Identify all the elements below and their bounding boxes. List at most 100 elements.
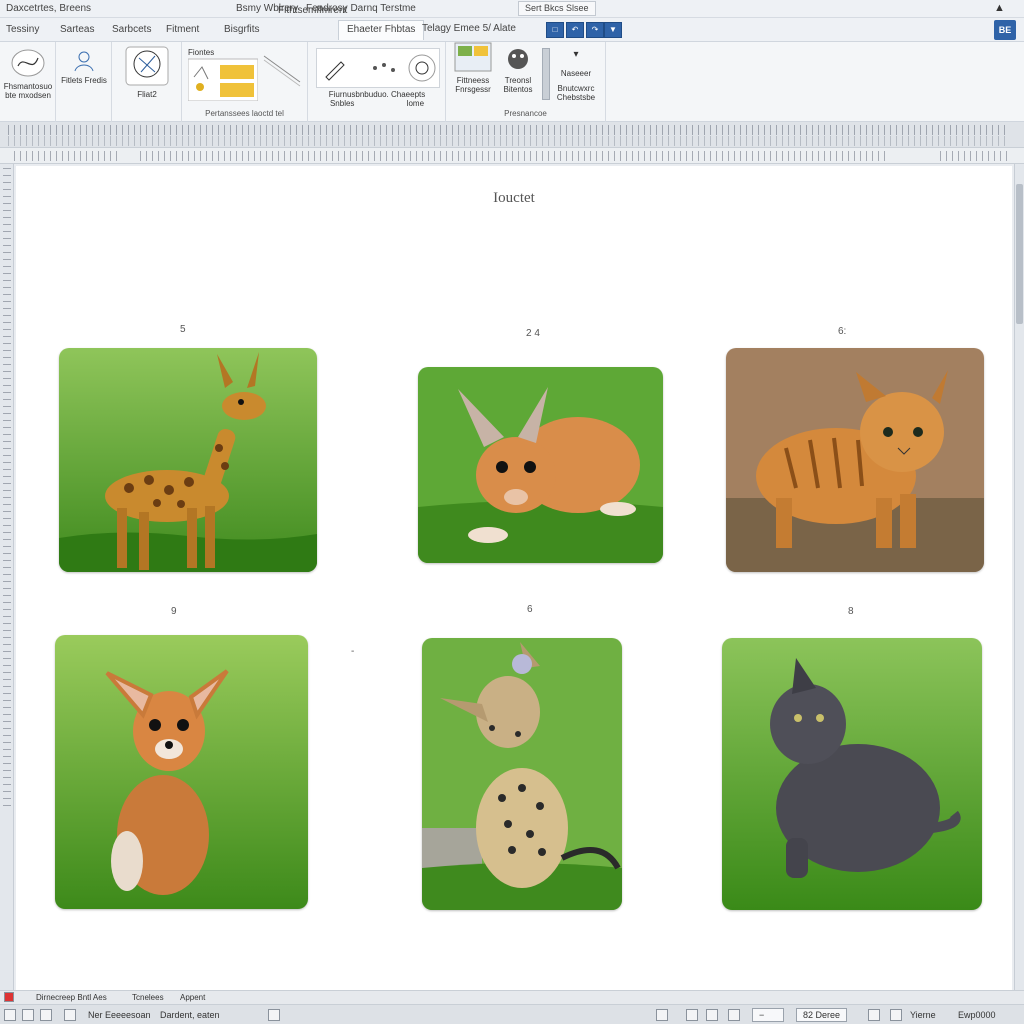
ribbon-button-fhsmantosuo[interactable]: Fhsmantosuo bte mxodsen — [2, 48, 54, 100]
status-item[interactable]: Ner Eeeeesoan — [88, 1010, 151, 1020]
ribbon-button-label: Naseeer — [560, 69, 592, 78]
account-badge[interactable]: BE — [994, 20, 1016, 40]
dots-icon — [373, 63, 395, 72]
fit-page-icon[interactable] — [890, 1009, 902, 1021]
toolbar-glyphs — [940, 151, 1012, 161]
quick-redo-icon[interactable]: ↷ — [586, 22, 604, 38]
serval-photo[interactable] — [422, 638, 622, 910]
tab-fithtsemffmrent[interactable]: Fithtsemffmrent — [278, 5, 347, 16]
language-icon[interactable] — [64, 1009, 76, 1021]
scrollbar-thumb[interactable] — [1016, 184, 1023, 324]
ribbon-button-naseeer[interactable]: ▾ Naseeer Bnutcwxrc Chebstsbe — [550, 49, 602, 103]
tabrow-status-text: Telagy Emee 5/ Alate — [422, 23, 516, 34]
title-bar: Daxcetrtes, Breens Bsmy Wblrery Feadrosy… — [0, 0, 1024, 18]
photo-caption: 2 4 — [526, 328, 540, 339]
toolbar-glyphs — [140, 151, 890, 161]
ribbon: Fhsmantosuo bte mxodsen Fitlets Fredis F… — [0, 42, 1024, 164]
word-count-icon[interactable] — [22, 1009, 34, 1021]
vertical-ruler[interactable] — [0, 164, 14, 990]
zoom-out-button[interactable]: − — [752, 1008, 784, 1022]
quick-more-icon[interactable]: ▼ — [604, 22, 622, 38]
page-icon[interactable] — [4, 1009, 16, 1021]
tab-tessiny[interactable]: Tessiny — [6, 24, 39, 35]
gallery-label: Fiontes — [188, 48, 215, 57]
status-item[interactable]: Appent — [180, 993, 205, 1002]
macro-icon[interactable] — [268, 1009, 280, 1021]
tabby-cat-photo[interactable] — [726, 348, 984, 572]
status-item[interactable]: Dirnecreep Bntl Aes — [36, 993, 107, 1002]
ribbon-group-2: Fitlets Fredis — [56, 42, 112, 122]
error-icon[interactable] — [4, 992, 14, 1002]
ribbon-button-label: Fhsmantosuo — [3, 82, 53, 91]
app-name: Daxcetrtes, Breens — [6, 3, 92, 14]
style-sublabel-2: lome — [406, 99, 425, 108]
photo-caption: 8 — [848, 606, 854, 617]
style-label: Fiurnusbnbuduo. Chaeepts — [328, 90, 426, 99]
status-bar-top: Dirnecreep Bntl Aes Tcnelees Appent — [0, 990, 1024, 1004]
ribbon-button-label: Treonsl — [504, 76, 532, 85]
ribbon-tabs: Tessiny Sarteas Sarbcets Fitment Bisgrfi… — [0, 5, 1024, 42]
status-bar-bottom: Ner Eeeeesoan Dardent, eaten − 82 Deree … — [0, 1004, 1024, 1024]
fawn-photo[interactable] — [55, 635, 308, 909]
mascot-icon — [508, 49, 528, 69]
vertical-scrollbar[interactable] — [1014, 164, 1024, 990]
fox-cat-photo[interactable] — [418, 367, 663, 563]
tab-sarteas[interactable]: Sarteas — [60, 24, 94, 35]
ribbon-button-treonsl[interactable]: Treonsl Bitentos — [496, 46, 540, 94]
ribbon-button-label: Fittneess — [456, 76, 490, 85]
ribbon-group-styles: Fiurnusbnbuduo. Chaeepts Snbles lome — [308, 42, 446, 122]
ribbon-button-fittneess[interactable]: Fittneess Fnrsgessr — [450, 42, 496, 94]
ribbon-button-sublabel: Fnrsgessr — [455, 85, 491, 94]
ribbon-button-sublabel-2: Chebstsbe — [556, 93, 596, 102]
grey-cat-photo[interactable] — [722, 638, 982, 910]
ribbon-button-label: Fliat2 — [137, 90, 157, 99]
ribbon-gallery-fiontes[interactable]: Fiontes — [187, 48, 259, 103]
quick-save-icon[interactable]: □ — [546, 22, 564, 38]
status-item[interactable]: Dardent, eaten — [160, 1010, 220, 1020]
print-layout-icon[interactable] — [686, 1009, 698, 1021]
status-item[interactable]: Ewp0000 — [958, 1010, 996, 1020]
ribbon-group-naseeer: ▾ Naseeer Bnutcwxrc Chebstsbe — [548, 42, 604, 122]
tab-bisgrfits[interactable]: Bisgrfits — [224, 24, 260, 35]
read-mode-icon[interactable] — [656, 1009, 668, 1021]
pen-icon — [325, 61, 345, 81]
ribbon-button-sublabel: bte mxodsen — [5, 91, 51, 100]
format-toolbar-row[interactable] — [0, 148, 1024, 164]
horizontal-ruler[interactable] — [0, 122, 1024, 148]
ribbon-button-sublabel: Bitentos — [503, 85, 533, 94]
picture-icon — [454, 42, 492, 72]
notification-icon[interactable]: ▲ — [994, 2, 1008, 16]
ribbon-button-sublabel: Bnutcwxrc — [557, 84, 595, 93]
zoom-level[interactable]: 82 Deree — [796, 1008, 848, 1022]
zoom-in-icon[interactable] — [868, 1009, 880, 1021]
document-title: Iouctet — [493, 190, 535, 206]
chevron-down-icon: ▾ — [573, 49, 579, 60]
document-page[interactable]: Iouctet 5 2 4 6: 9 6 8 - — [16, 166, 1012, 990]
tab-ehaeter-fhbtas[interactable]: Ehaeter Fhbtas — [338, 20, 425, 40]
web-layout-icon[interactable] — [706, 1009, 718, 1021]
ribbon-button-label: Fitlets Fredis — [61, 76, 107, 85]
share-button[interactable]: Sert Bkcs Slsee — [518, 1, 596, 16]
ribbon-button-fliat[interactable]: Fliat2 — [116, 46, 178, 99]
tab-fitment[interactable]: Fitment — [166, 24, 199, 35]
photo-caption: 9 — [171, 606, 177, 617]
photo-caption: 5 — [180, 324, 186, 335]
photo-caption: 6: — [838, 326, 847, 337]
toolbar-glyphs — [14, 151, 118, 161]
ruler-ticks — [8, 125, 1008, 135]
vertical-ruler-ticks — [3, 168, 11, 808]
ribbon-button-fitlets[interactable]: Fitlets Fredis — [58, 50, 110, 85]
giraffe-deer-photo[interactable] — [59, 348, 317, 572]
style-sublabel: Snbles — [329, 99, 355, 108]
status-item[interactable]: Yierne — [910, 1010, 936, 1020]
status-item[interactable]: Tcnelees — [132, 993, 164, 1002]
focus-icon[interactable] — [728, 1009, 740, 1021]
proofing-icon[interactable] — [40, 1009, 52, 1021]
ribbon-group-3: Fliat2 — [112, 42, 182, 122]
ruler-ticks-minor — [8, 136, 1008, 146]
quick-undo-icon[interactable]: ↶ — [566, 22, 584, 38]
person-icon — [74, 51, 94, 72]
style-gallery[interactable] — [316, 48, 440, 88]
ribbon-group-pictures: Fiontes Pertanssees laoctd tel — [182, 42, 308, 122]
tab-sarbcets[interactable]: Sarbcets — [112, 24, 151, 35]
